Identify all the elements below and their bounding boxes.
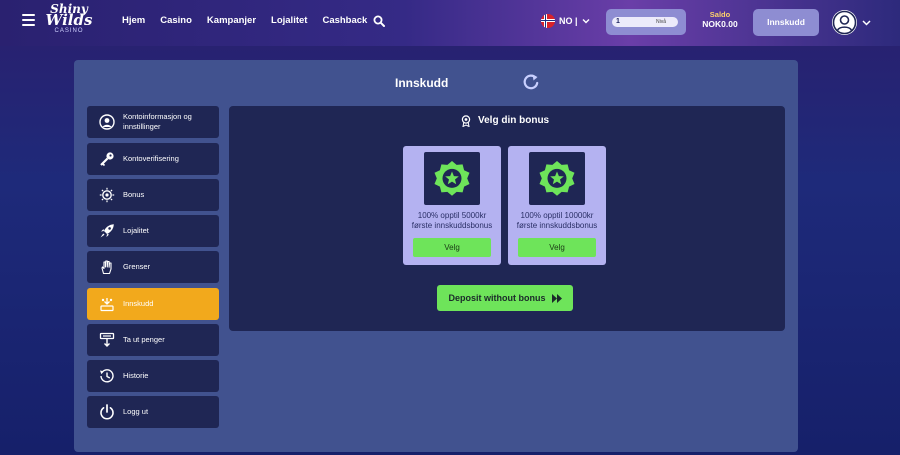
- bonus-card[interactable]: 100% opptil 5000kr første innskuddsbonus…: [403, 146, 501, 265]
- bonus-description: 100% opptil 10000kr første innskuddsbonu…: [508, 211, 606, 231]
- norway-flag-icon: [541, 14, 555, 28]
- sidebar-item-logout[interactable]: Logg ut: [87, 396, 219, 428]
- bonus-description-line-2: første innskuddsbonus: [411, 221, 493, 230]
- deposit-without-bonus-button[interactable]: Deposit without bonus: [437, 285, 573, 311]
- star-badge-icon: [539, 161, 575, 196]
- select-bonus-button[interactable]: Velg: [413, 238, 491, 257]
- fast-forward-icon: [551, 293, 562, 303]
- sidebar-item-label: Kontoverifisering: [123, 153, 179, 163]
- nav-item-loyalty[interactable]: Lojalitet: [271, 15, 307, 26]
- header-deposit-button[interactable]: Innskudd: [753, 9, 819, 36]
- sidebar-item-label: Historie: [123, 370, 149, 380]
- bonus-card[interactable]: 100% opptil 10000kr første innskuddsbonu…: [508, 146, 606, 265]
- sidebar-item-label: Bonus: [123, 189, 145, 199]
- medal-icon: [461, 115, 471, 127]
- rocket-icon: [100, 224, 114, 238]
- menu-hamburger-icon[interactable]: [22, 14, 35, 26]
- withdraw-icon: [99, 332, 115, 347]
- casino-logo[interactable]: Shiny Wilds CASINO: [44, 3, 94, 43]
- nav-item-home[interactable]: Hjem: [122, 15, 145, 26]
- sidebar-item-deposit[interactable]: Innskudd: [87, 288, 219, 320]
- deposit-without-bonus-label: Deposit without bonus: [448, 293, 546, 303]
- sidebar-item-label: Kontoinformasjon og innstillinger: [123, 111, 192, 131]
- bonus-description-line-2: første innskuddsbonus: [516, 221, 598, 230]
- sidebar-item-label: Lojalitet: [123, 225, 149, 235]
- user-menu-chevron-icon[interactable]: [862, 18, 871, 27]
- sidebar-item-withdraw[interactable]: Ta ut penger: [87, 324, 219, 356]
- sidebar-item-account-info[interactable]: Kontoinformasjon og innstillinger: [87, 106, 219, 138]
- bonus-description: 100% opptil 5000kr første innskuddsbonus: [403, 211, 501, 231]
- bonus-badge: [529, 152, 585, 205]
- user-icon: [832, 10, 857, 35]
- deposit-icon: [100, 298, 114, 312]
- sidebar-item-verification[interactable]: Kontoverifisering: [87, 143, 219, 175]
- refresh-icon[interactable]: [522, 73, 540, 91]
- bonus-description-line-1: 100% opptil 10000kr: [520, 211, 594, 220]
- sidebar-item-bonus[interactable]: Bonus: [87, 179, 219, 211]
- language-code: NO |: [559, 16, 578, 26]
- balance-display: Saldo NOK0.00: [696, 10, 744, 29]
- bonus-coin-icon: [99, 187, 115, 203]
- power-icon: [100, 404, 114, 420]
- page-title: Innskudd: [395, 76, 449, 90]
- nav-item-casino[interactable]: Casino: [160, 15, 192, 26]
- select-bonus-button[interactable]: Velg: [518, 238, 596, 257]
- sidebar-item-label: Grenser: [123, 261, 151, 271]
- language-selector[interactable]: NO |: [541, 14, 590, 28]
- user-circle-icon: [99, 114, 115, 130]
- balance-value: NOK0.00: [702, 18, 738, 29]
- sidebar-item-label: Innskudd: [123, 298, 154, 308]
- search-icon[interactable]: [373, 15, 385, 27]
- level-number: 1: [616, 18, 620, 25]
- history-icon: [100, 369, 114, 383]
- nav-item-campaigns[interactable]: Kampanjer: [207, 15, 256, 26]
- hand-stop-icon: [101, 260, 112, 275]
- sidebar-item-label: Ta ut penger: [123, 334, 165, 344]
- bonus-description-line-1: 100% opptil 5000kr: [417, 211, 487, 220]
- bonus-badge: [424, 152, 480, 205]
- star-badge-icon: [434, 161, 470, 196]
- key-icon: [100, 152, 114, 167]
- level-progress[interactable]: 1 Nivå: [606, 9, 686, 35]
- logo-line-2: Wilds: [45, 11, 93, 29]
- sidebar-item-limits[interactable]: Grenser: [87, 251, 219, 283]
- level-label: Nivå: [656, 19, 667, 25]
- user-avatar[interactable]: [832, 10, 857, 35]
- sidebar-item-loyalty[interactable]: Lojalitet: [87, 215, 219, 247]
- bonus-section-title: Velg din bonus: [478, 115, 550, 126]
- main-nav: Hjem Casino Kampanjer Lojalitet Cashback: [122, 15, 382, 26]
- sidebar-item-history[interactable]: Historie: [87, 360, 219, 392]
- nav-item-cashback[interactable]: Cashback: [322, 15, 367, 26]
- sidebar-item-label: Logg ut: [123, 406, 149, 416]
- chevron-down-icon: [582, 19, 590, 24]
